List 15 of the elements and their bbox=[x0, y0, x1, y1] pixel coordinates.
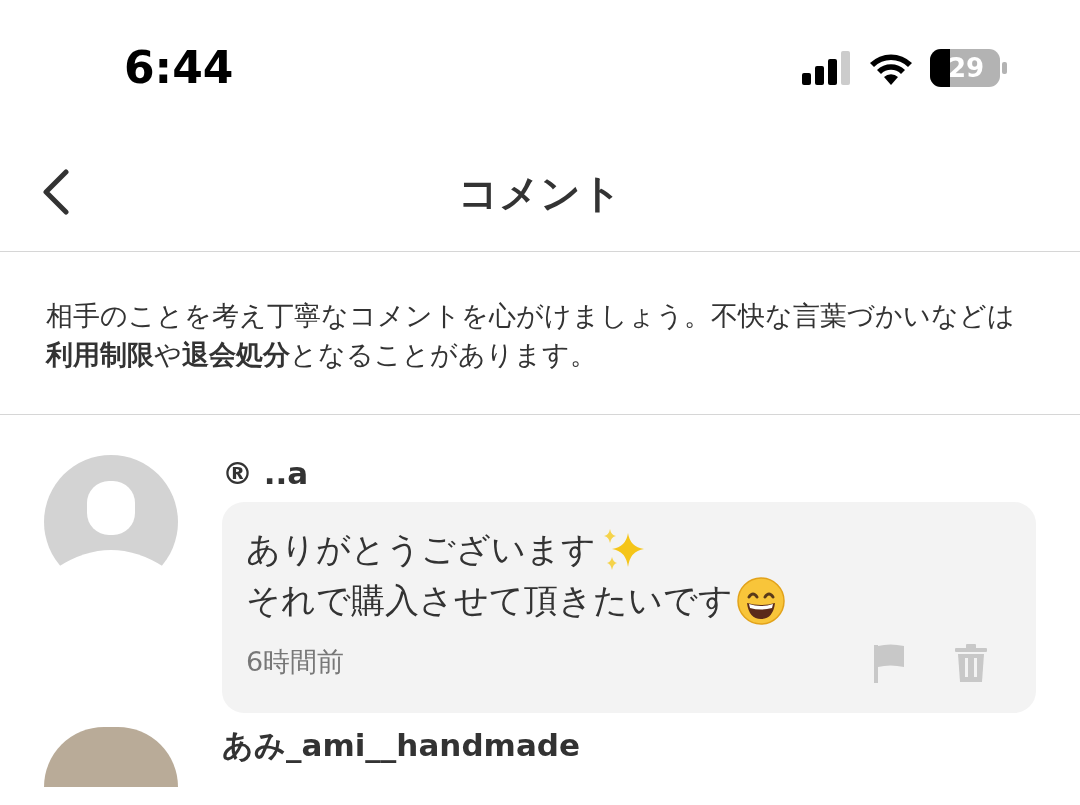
comment-text: ありがとうございます bbox=[246, 528, 596, 572]
page-title: コメント bbox=[458, 169, 622, 218]
trash-icon[interactable] bbox=[954, 642, 988, 683]
battery-icon bbox=[930, 48, 1008, 87]
comment-text: それで購入させて頂きたいです bbox=[246, 579, 733, 623]
comment-time: 6時間前 bbox=[246, 645, 345, 680]
signal-icon bbox=[802, 50, 852, 85]
flag-icon[interactable] bbox=[872, 642, 906, 683]
username: ® ..a bbox=[222, 455, 310, 493]
back-button[interactable] bbox=[40, 169, 70, 215]
username: あみ_ami__handmade bbox=[222, 726, 582, 765]
grinning-face-icon bbox=[737, 576, 785, 625]
guideline-notice: 相手のことを考え丁寧なコメントを心がけましょう。不快な言葉づかいなどは利用制限や退会処分となることがあります。 bbox=[0, 252, 1080, 416]
battery-level-text: 29 bbox=[948, 51, 985, 85]
status-time: 6:44 bbox=[124, 40, 234, 95]
